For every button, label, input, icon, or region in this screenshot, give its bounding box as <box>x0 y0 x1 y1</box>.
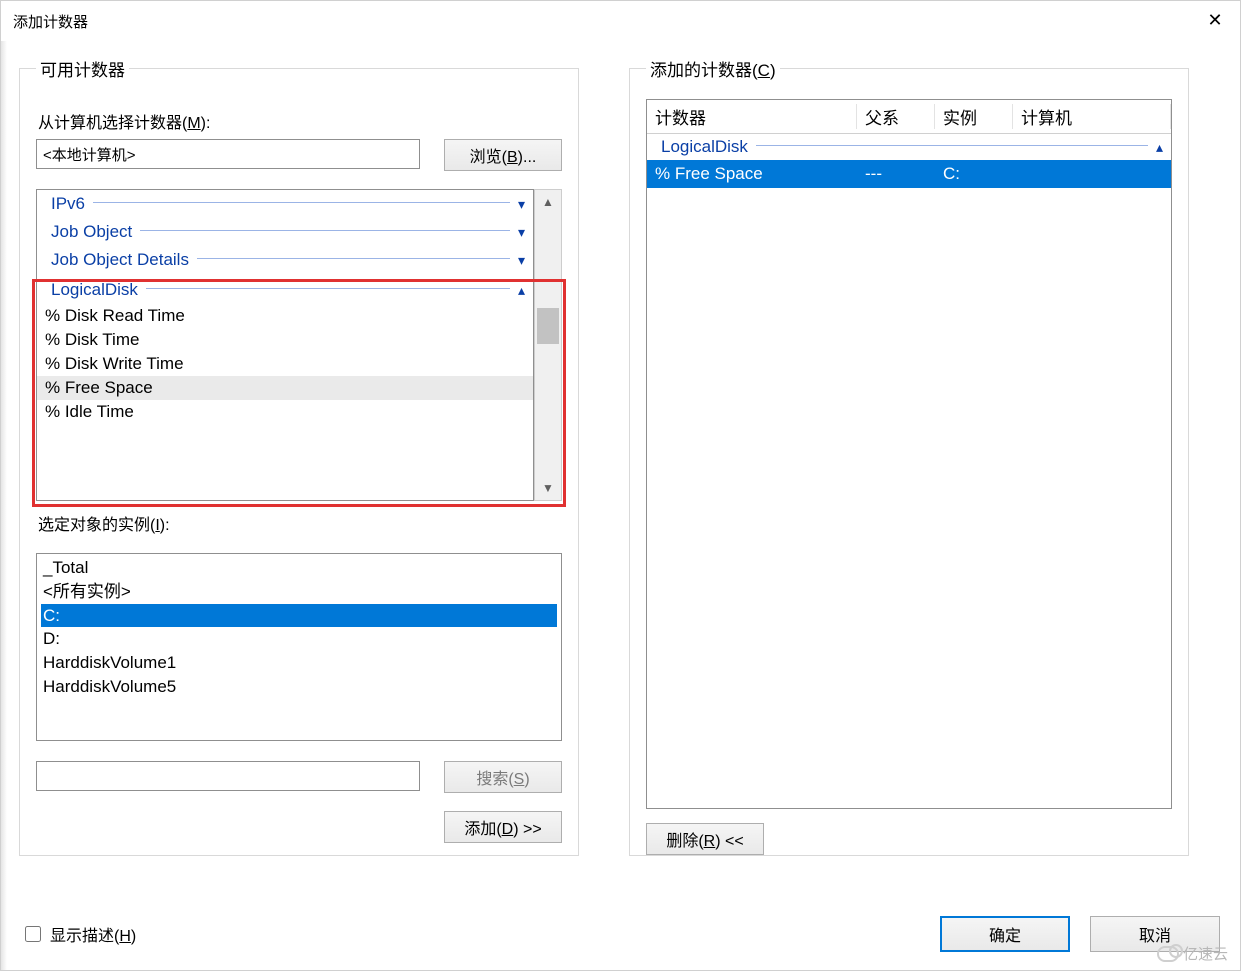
dialog-body: 可用计数器 从计算机选择计数器(M): 浏览(B)... <box>19 56 1222 952</box>
dialog-window: 添加计数器 ✕ 可用计数器 从计算机选择计数器(M): 浏览(B). <box>0 0 1241 971</box>
instance-item[interactable]: HarddiskVolume1 <box>41 651 557 675</box>
available-counters-legend: 可用计数器 <box>36 56 129 81</box>
category-row[interactable]: Job Object Details ▾ <box>37 246 533 274</box>
select-computer-label: 从计算机选择计数器(M): <box>38 109 562 133</box>
counter-item-selected[interactable]: % Free Space <box>37 376 533 400</box>
left-shadow <box>1 41 7 970</box>
col-instance[interactable]: 实例 <box>935 104 1013 129</box>
cancel-button[interactable]: 取消 <box>1090 916 1220 952</box>
scroll-up-icon[interactable]: ▲ <box>535 190 561 214</box>
added-group-label: LogicalDisk <box>661 137 748 157</box>
chevron-down-icon: ▾ <box>518 224 525 241</box>
col-counter[interactable]: 计数器 <box>647 104 857 129</box>
titlebar: 添加计数器 ✕ <box>1 1 1240 41</box>
counter-item[interactable]: % Disk Time <box>37 328 533 352</box>
chevron-up-icon: ▴ <box>518 282 525 299</box>
remove-button[interactable]: 删除(R) << <box>646 823 764 855</box>
col-computer[interactable]: 计算机 <box>1013 104 1171 129</box>
counter-item[interactable]: % Idle Time <box>37 400 533 424</box>
category-label: LogicalDisk <box>51 280 138 300</box>
counter-item[interactable]: % Disk Write Time <box>37 352 533 376</box>
chevron-down-icon: ▾ <box>518 196 525 213</box>
chevron-down-icon: ▾ <box>518 252 525 269</box>
category-label: IPv6 <box>51 194 85 214</box>
added-group-row[interactable]: LogicalDisk ▴ <box>647 134 1171 160</box>
ok-button[interactable]: 确定 <box>940 916 1070 952</box>
search-button[interactable]: 搜索(S) <box>444 761 562 793</box>
cell-parent: --- <box>857 164 935 184</box>
added-counters-table[interactable]: 计数器 父系 实例 计算机 LogicalDisk ▴ % Free Space <box>646 99 1172 809</box>
cell-counter: % Free Space <box>647 164 857 184</box>
counter-categories-panel: IPv6 ▾ Job Object ▾ Job Object Details <box>36 189 562 501</box>
chevron-up-icon: ▴ <box>1156 139 1163 156</box>
added-counters-legend: 添加的计数器(C) <box>646 56 780 81</box>
instance-item[interactable]: <所有实例> <box>41 580 557 604</box>
show-description-checkbox[interactable]: 显示描述(H) <box>21 922 136 946</box>
browse-button[interactable]: 浏览(B)... <box>444 139 562 171</box>
dialog-footer: 显示描述(H) 确定 取消 <box>19 916 1222 952</box>
show-description-input[interactable] <box>25 926 41 942</box>
category-row-expanded[interactable]: LogicalDisk ▴ <box>37 276 533 304</box>
window-title: 添加计数器 <box>13 11 88 32</box>
scrollbar[interactable]: ▲ ▼ <box>534 189 562 501</box>
added-counters-group: 添加的计数器(C) 计数器 父系 实例 计算机 LogicalDisk ▴ <box>629 56 1189 856</box>
instances-listbox[interactable]: _Total <所有实例> C: D: HarddiskVolume1 Hard… <box>36 553 562 741</box>
search-combo[interactable] <box>36 761 420 791</box>
scroll-thumb[interactable] <box>537 308 559 344</box>
counter-item[interactable]: % Disk Read Time <box>37 304 533 328</box>
counter-listbox[interactable]: IPv6 ▾ Job Object ▾ Job Object Details <box>36 189 534 501</box>
instance-item[interactable]: HarddiskVolume5 <box>41 675 557 699</box>
added-counter-row[interactable]: % Free Space --- C: <box>647 160 1171 188</box>
instance-item-selected[interactable]: C: <box>41 604 557 628</box>
available-counters-group: 可用计数器 从计算机选择计数器(M): 浏览(B)... <box>19 56 579 856</box>
add-button[interactable]: 添加(D) >> <box>444 811 562 843</box>
category-row[interactable]: IPv6 ▾ <box>37 190 533 218</box>
close-icon[interactable]: ✕ <box>1200 7 1230 32</box>
col-parent[interactable]: 父系 <box>857 104 935 129</box>
instance-item[interactable]: _Total <box>41 556 557 580</box>
cell-instance: C: <box>935 164 1013 184</box>
scroll-down-icon[interactable]: ▼ <box>535 476 561 500</box>
instance-item[interactable]: D: <box>41 627 557 651</box>
table-header: 计数器 父系 实例 计算机 <box>647 100 1171 134</box>
category-label: Job Object Details <box>51 250 189 270</box>
computer-combo[interactable] <box>36 139 420 169</box>
category-row[interactable]: Job Object ▾ <box>37 218 533 246</box>
category-label: Job Object <box>51 222 132 242</box>
instances-label: 选定对象的实例(I): <box>38 511 562 535</box>
